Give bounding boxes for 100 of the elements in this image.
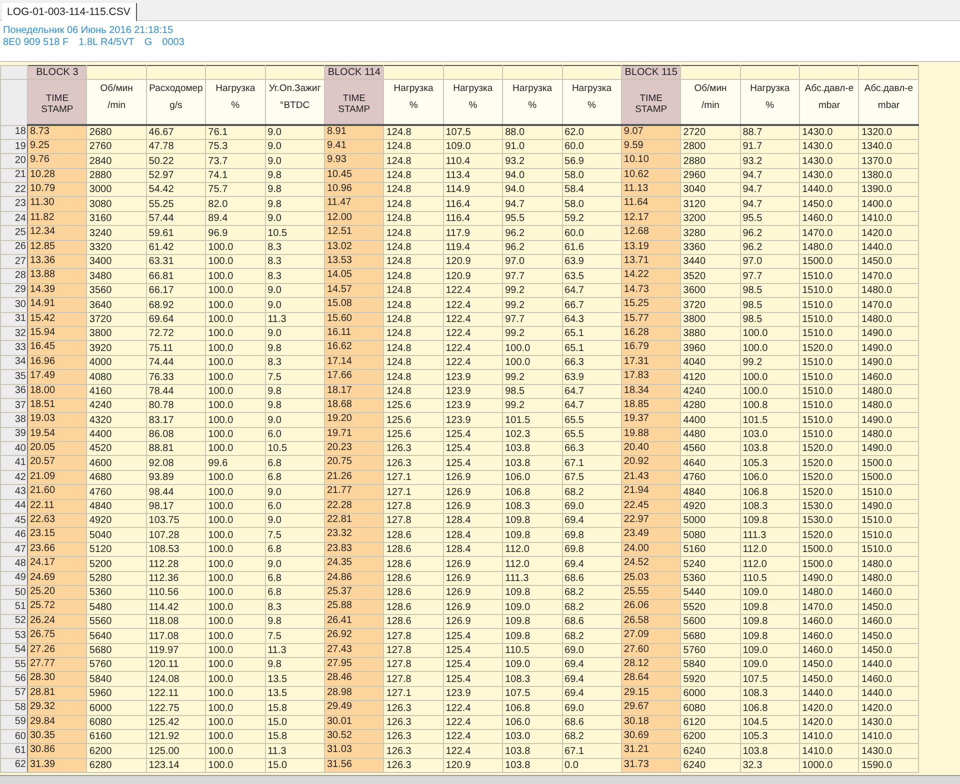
table-cell: 58.0	[562, 168, 622, 183]
table-cell: 19.37	[621, 412, 681, 428]
table-cell: 22.63	[28, 514, 87, 528]
table-cell: 1400.0	[858, 196, 918, 212]
table-cell: 4760	[680, 470, 740, 485]
table-cell: 104.5	[740, 715, 800, 730]
table-cell: 125.4	[443, 442, 503, 456]
row-number: 61	[0, 744, 28, 758]
table-cell: 76.33	[146, 370, 206, 384]
row-number: 22	[0, 182, 28, 197]
table-cell: 15.42	[28, 312, 87, 326]
table-cell: 125.00	[146, 744, 206, 758]
row-number: 54	[0, 643, 28, 658]
table-cell: 25.88	[324, 600, 384, 614]
row-number: 28	[0, 268, 28, 284]
table-cell: 109.0	[740, 586, 800, 600]
table-cell: 25.72	[28, 600, 87, 614]
row-number: 20	[0, 154, 28, 168]
table-cell: 1480.0	[800, 240, 859, 255]
table-cell: 13.53	[324, 254, 384, 269]
file-tab[interactable]: LOG-01-003-114-115.CSV	[2, 3, 138, 21]
table-cell: 4840	[680, 484, 740, 500]
table-cell: 16.96	[28, 355, 87, 370]
table-cell: 124.8	[384, 139, 444, 154]
table-cell: 15.77	[621, 312, 681, 326]
header-label: Нагрузка	[216, 83, 256, 94]
table-cell: 5680	[680, 628, 740, 644]
table-cell: 66.17	[146, 283, 206, 298]
table-cell: 11.47	[324, 196, 384, 212]
table-cell: 1480.0	[858, 398, 918, 413]
table-cell: 4760	[86, 484, 146, 500]
table-cell: 18.17	[324, 384, 384, 398]
table-cell: 1510.0	[858, 514, 918, 528]
table-cell: 123.9	[443, 412, 503, 428]
table-cell: 124.8	[384, 182, 444, 197]
table-cell: 1510.0	[800, 268, 859, 284]
table-cell: 100.0	[502, 340, 562, 356]
table-cell: 25.37	[324, 586, 384, 600]
table-cell: 59.61	[146, 226, 206, 240]
table-cell: 4480	[680, 427, 740, 442]
table-cell: 9.0	[265, 139, 324, 154]
table-cell: 28.64	[621, 672, 681, 686]
table-cell: 17.14	[324, 355, 384, 370]
table-cell: 126.9	[443, 571, 503, 586]
table-cell: 108.3	[502, 672, 562, 686]
table-cell: 3640	[86, 298, 146, 312]
table-cell: 9.41	[324, 139, 384, 154]
unit-label: mbar	[878, 100, 900, 111]
table-cell: 69.4	[562, 672, 622, 686]
table-cell: 126.3	[384, 715, 444, 730]
table-cell: 1410.0	[800, 744, 859, 758]
table-cell: 123.9	[443, 370, 503, 384]
row-number: 55	[0, 657, 28, 672]
table-cell: 5640	[86, 628, 146, 644]
header-label: Абс.давл-е	[804, 83, 854, 94]
row-number: 48	[0, 556, 28, 572]
table-cell: 99.2	[502, 398, 562, 413]
table-cell: 125.6	[384, 398, 444, 413]
table-cell: 3160	[86, 211, 146, 226]
header-label: Об/мин	[694, 83, 727, 94]
table-cell: 122.4	[443, 298, 503, 312]
table-cell: 120.11	[146, 657, 206, 672]
header-label: Уг.Оп.Зажиг	[268, 83, 321, 94]
table-cell: 1420.0	[858, 700, 918, 716]
table-cell: 1480.0	[858, 283, 918, 298]
table-cell: 13.5	[265, 686, 324, 701]
table-cell: 1520.0	[800, 340, 859, 356]
table-cell: 8.3	[265, 600, 324, 614]
table-cell: 1490.0	[858, 499, 918, 514]
table-cell: 22.11	[28, 499, 87, 514]
table-cell: 25.55	[621, 586, 681, 600]
table-cell: 124.8	[384, 326, 444, 341]
table-cell: 1460.0	[800, 614, 859, 629]
table-cell: 111.3	[740, 528, 800, 542]
table-cell: 69.8	[562, 542, 622, 557]
table-cell: 103.8	[502, 744, 562, 758]
table-cell: 112.36	[146, 571, 206, 586]
table-cell: 100.0	[206, 340, 266, 356]
row-number: 51	[0, 600, 28, 614]
header-label: Об/мин	[100, 83, 133, 94]
table-cell: 108.3	[502, 499, 562, 514]
table-cell: 98.44	[146, 484, 206, 500]
table-cell: 1530.0	[800, 499, 859, 514]
table-cell: 1380.0	[858, 168, 918, 183]
table-cell: 65.5	[562, 427, 622, 442]
table-cell: 91.7	[740, 139, 800, 154]
ecu-info-text: 1.8L R4/5VT	[78, 37, 134, 49]
row-number: 26	[0, 240, 28, 255]
table-cell: 9.0	[265, 556, 324, 572]
table-cell: 96.2	[740, 226, 800, 240]
table-cell: 6000	[680, 686, 740, 701]
table-cell: 57.44	[146, 211, 206, 226]
table-cell: 7.5	[265, 628, 324, 644]
table-cell: 7.5	[265, 528, 324, 542]
table-cell: 126.3	[384, 729, 444, 744]
table-cell: 75.7	[206, 182, 266, 197]
table-cell: 6.0	[265, 499, 324, 514]
row-number: 34	[0, 355, 28, 370]
table-cell: 100.0	[206, 758, 266, 773]
table-cell: 9.0	[265, 326, 324, 341]
